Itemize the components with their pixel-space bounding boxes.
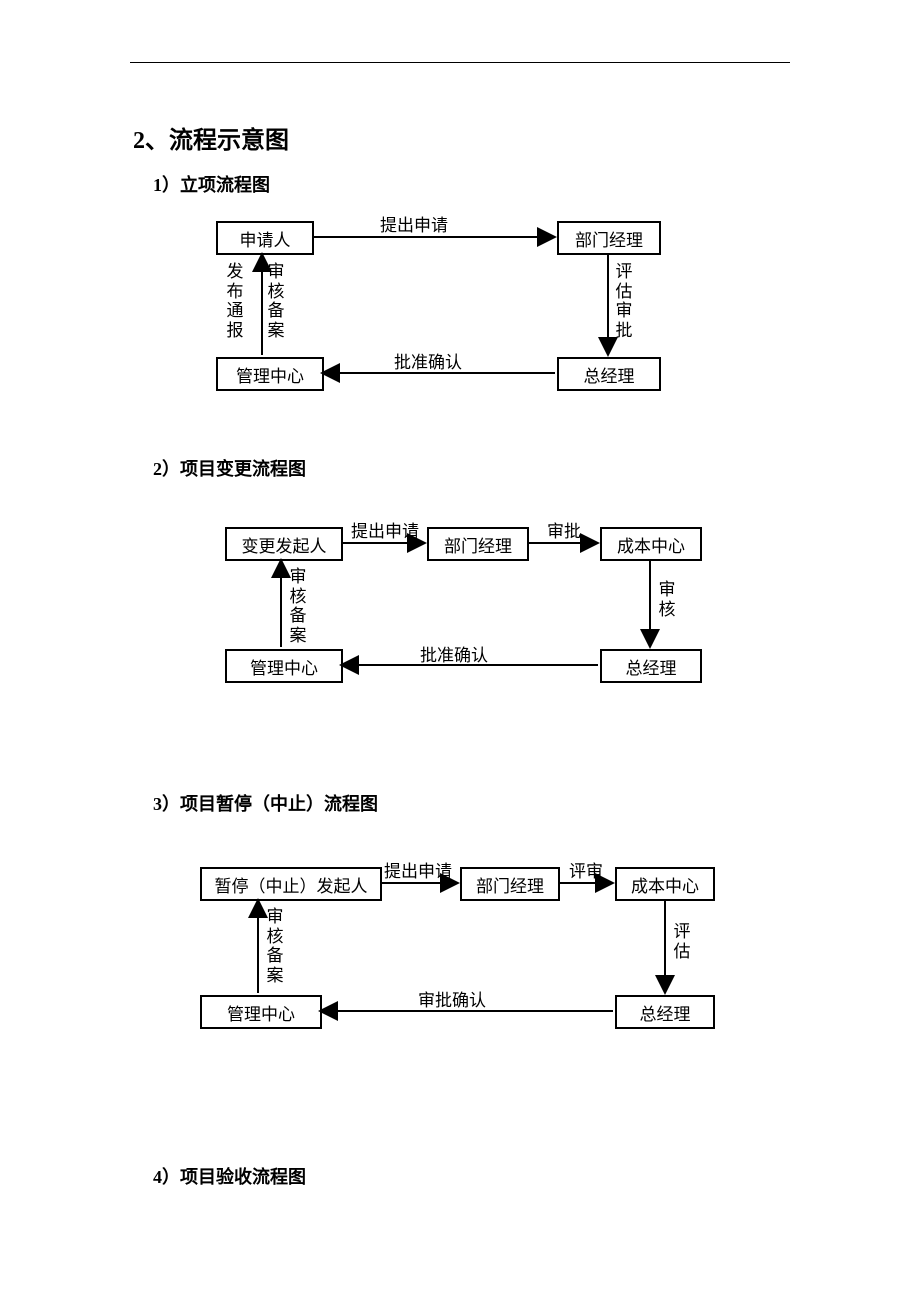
- section4-title: 4）项目验收流程图: [153, 1163, 306, 1189]
- lbl-evaluate: 评估: [672, 922, 692, 961]
- lbl-approve-confirm: 审批确认: [418, 986, 486, 1011]
- lbl-review: 评审: [569, 857, 603, 882]
- lbl-submit: 提出申请: [384, 857, 452, 882]
- lbl-audit-file: 审核备案: [265, 907, 285, 985]
